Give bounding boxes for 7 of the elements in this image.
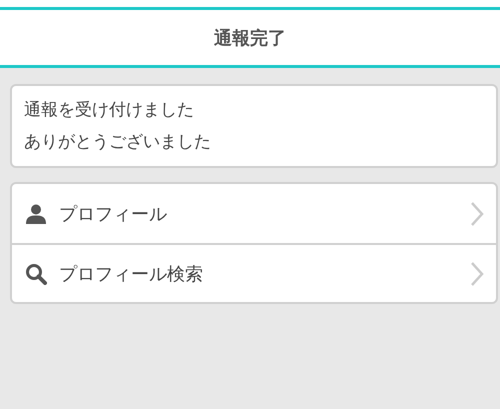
message-text: 通報を受け付けました (24, 100, 195, 120)
person-icon (25, 202, 47, 224)
chevron-right-icon (470, 260, 484, 286)
search-icon (25, 262, 47, 284)
page-title: 通報完了 (214, 26, 286, 50)
chevron-right-icon (470, 200, 484, 226)
message-text: ありがとうございました (24, 132, 212, 152)
